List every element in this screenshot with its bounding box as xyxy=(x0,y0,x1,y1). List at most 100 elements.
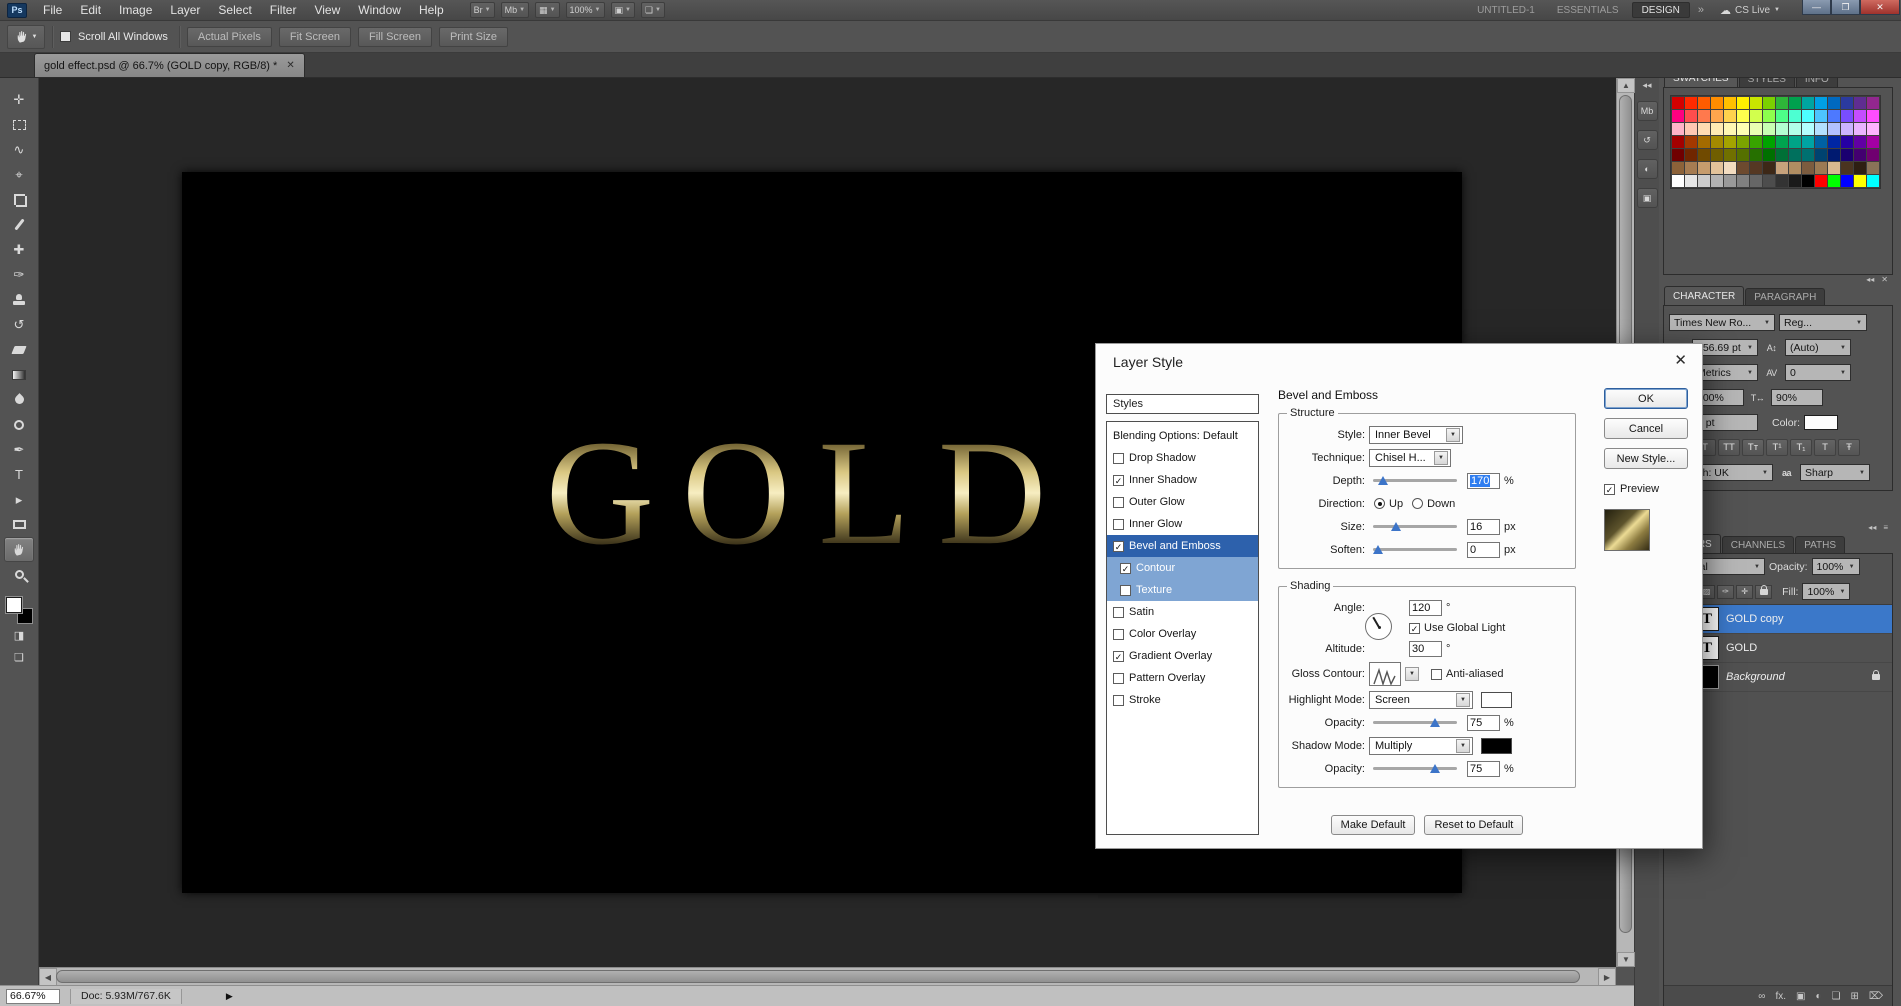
new-layer-icon[interactable]: ⊞ xyxy=(1850,991,1858,1002)
adjustments-panel-icon[interactable]: ◐ xyxy=(1636,159,1658,179)
highlight-opacity-slider[interactable] xyxy=(1373,718,1457,727)
workspace-overflow-icon[interactable]: » xyxy=(1690,4,1712,16)
style-item-inner-glow[interactable]: Inner Glow xyxy=(1107,513,1258,535)
swatch[interactable] xyxy=(1815,149,1827,161)
style-item-texture[interactable]: Texture xyxy=(1107,579,1258,601)
style-item-checkbox[interactable]: ✓ xyxy=(1113,540,1124,552)
gloss-contour-picker[interactable] xyxy=(1369,662,1401,686)
style-item-outer-glow[interactable]: Outer Glow xyxy=(1107,491,1258,513)
history-brush-tool[interactable]: ↺ xyxy=(4,312,34,337)
swatch[interactable] xyxy=(1672,162,1684,174)
expand-dock-icon[interactable]: ◂◂ xyxy=(1642,78,1651,92)
swatch[interactable] xyxy=(1724,123,1736,135)
workspace-untitled-1[interactable]: UNTITLED-1 xyxy=(1468,2,1544,18)
font-style-select[interactable]: Reg... ▼ xyxy=(1779,314,1867,331)
swatch[interactable] xyxy=(1841,123,1853,135)
slider-thumb[interactable] xyxy=(1373,545,1383,554)
swatch[interactable] xyxy=(1750,97,1762,109)
lock-all-icon[interactable] xyxy=(1755,584,1773,599)
altitude-input[interactable]: 30 xyxy=(1409,640,1442,657)
swatch[interactable] xyxy=(1711,136,1723,148)
arrange-documents-icon[interactable]: ▣ ▼ xyxy=(610,2,635,18)
leading-select[interactable]: (Auto) ▼ xyxy=(1785,339,1851,356)
swatch[interactable] xyxy=(1815,175,1827,187)
style-item-blending-options-default[interactable]: Blending Options: Default xyxy=(1107,425,1258,447)
swatch[interactable] xyxy=(1737,136,1749,148)
shadow-opacity-input[interactable]: 75 xyxy=(1467,760,1500,777)
photoshop-logo[interactable]: Ps xyxy=(7,2,27,18)
scroll-right-icon[interactable]: ▶ xyxy=(1598,968,1616,986)
scroll-down-icon[interactable]: ▼ xyxy=(1617,952,1635,967)
swatch[interactable] xyxy=(1685,136,1697,148)
style-item-checkbox[interactable]: ✓ xyxy=(1113,474,1124,486)
menu-select[interactable]: Select xyxy=(209,0,260,20)
style-item-drop-shadow[interactable]: Drop Shadow xyxy=(1107,447,1258,469)
swatch[interactable] xyxy=(1815,123,1827,135)
zoom-level-field[interactable]: 100% ▼ xyxy=(565,2,605,18)
direction-down-radio[interactable] xyxy=(1412,498,1424,509)
layer-mask-icon[interactable]: ▣ xyxy=(1796,991,1805,1002)
soften-slider[interactable] xyxy=(1373,545,1457,554)
swatch[interactable] xyxy=(1750,162,1762,174)
restore-button[interactable]: ❐ xyxy=(1831,0,1860,15)
all-caps-button[interactable]: TT xyxy=(1718,439,1740,456)
angle-dial[interactable] xyxy=(1365,613,1392,640)
quick-mask-button[interactable]: ◨ xyxy=(4,624,34,646)
lasso-tool[interactable]: ∿ xyxy=(4,137,34,162)
swatch[interactable] xyxy=(1776,123,1788,135)
swatch[interactable] xyxy=(1698,162,1710,174)
swatch[interactable] xyxy=(1802,110,1814,122)
panel-menu-icon[interactable]: ≡ xyxy=(1883,523,1888,532)
swatch[interactable] xyxy=(1802,123,1814,135)
swatch[interactable] xyxy=(1802,162,1814,174)
swatch[interactable] xyxy=(1789,162,1801,174)
menu-edit[interactable]: Edit xyxy=(71,0,110,20)
swatch[interactable] xyxy=(1776,97,1788,109)
swatch[interactable] xyxy=(1763,123,1775,135)
style-item-color-overlay[interactable]: Color Overlay xyxy=(1107,623,1258,645)
bevel-style-select[interactable]: Inner Bevel ▼ xyxy=(1369,425,1463,444)
tracking-select[interactable]: 0 ▼ xyxy=(1785,364,1851,381)
hand-tool[interactable] xyxy=(4,537,34,562)
horizontal-scrollbar[interactable]: ◀ ▶ xyxy=(39,967,1616,986)
style-item-pattern-overlay[interactable]: Pattern Overlay xyxy=(1107,667,1258,689)
swatch[interactable] xyxy=(1867,110,1879,122)
swatch[interactable] xyxy=(1828,175,1840,187)
bridge-icon[interactable]: Br ▼ xyxy=(469,2,495,18)
marquee-tool[interactable] xyxy=(4,112,34,137)
layer-group-icon[interactable]: ❏ xyxy=(1832,991,1841,1002)
horizontal-scroll-thumb[interactable] xyxy=(56,970,1580,983)
menu-layer[interactable]: Layer xyxy=(161,0,209,20)
move-tool[interactable]: ✛ xyxy=(4,87,34,112)
anti-aliased-checkbox[interactable] xyxy=(1431,668,1442,680)
swatch[interactable] xyxy=(1802,136,1814,148)
swatch[interactable] xyxy=(1776,136,1788,148)
new-style-button[interactable]: New Style... xyxy=(1604,448,1688,469)
swatch[interactable] xyxy=(1854,175,1866,187)
swatch[interactable] xyxy=(1750,110,1762,122)
swatch[interactable] xyxy=(1802,175,1814,187)
swatch[interactable] xyxy=(1698,97,1710,109)
crop-tool[interactable] xyxy=(4,187,34,212)
swatch[interactable] xyxy=(1672,175,1684,187)
style-item-satin[interactable]: Satin xyxy=(1107,601,1258,623)
close-icon[interactable]: ✕ xyxy=(1674,351,1687,369)
swatch[interactable] xyxy=(1737,110,1749,122)
swatch[interactable] xyxy=(1763,136,1775,148)
swatch[interactable] xyxy=(1789,110,1801,122)
swatch[interactable] xyxy=(1763,97,1775,109)
zoom-tool[interactable] xyxy=(4,562,34,587)
swatch[interactable] xyxy=(1737,97,1749,109)
lock-position-icon[interactable]: ✛ xyxy=(1736,584,1754,599)
lock-pixels-icon[interactable]: ✑ xyxy=(1717,584,1735,599)
shadow-opacity-slider[interactable] xyxy=(1373,764,1457,773)
swatch[interactable] xyxy=(1828,149,1840,161)
swatch[interactable] xyxy=(1854,110,1866,122)
shadow-color-swatch[interactable] xyxy=(1481,737,1512,754)
swatch[interactable] xyxy=(1854,149,1866,161)
subscript-button[interactable]: T₁ xyxy=(1790,439,1812,456)
style-item-contour[interactable]: ✓ Contour xyxy=(1107,557,1258,579)
layer-style-icon[interactable]: fx. xyxy=(1775,991,1786,1002)
swatch[interactable] xyxy=(1776,110,1788,122)
swatch[interactable] xyxy=(1815,162,1827,174)
